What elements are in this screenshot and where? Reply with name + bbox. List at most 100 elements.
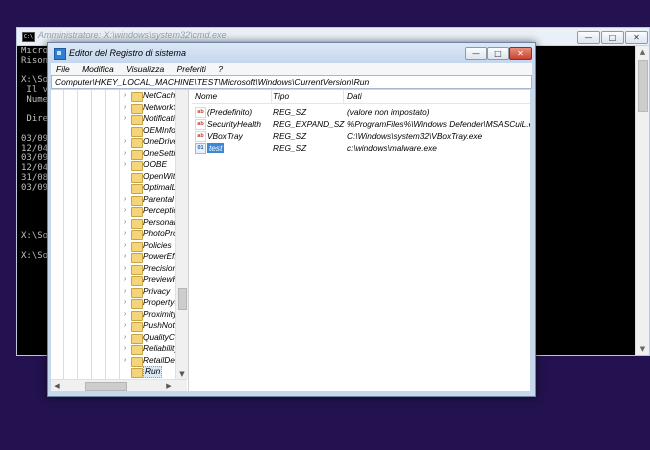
folder-icon bbox=[131, 276, 143, 286]
regedit-titlebar[interactable]: Editor del Registro di sistema — □ ✕ bbox=[48, 43, 535, 63]
folder-icon bbox=[131, 172, 143, 183]
cmd-vertical-scrollbar[interactable]: ▲ ▼ bbox=[635, 46, 649, 355]
tree-item-label: Proximity bbox=[143, 308, 178, 319]
expand-arrow-icon[interactable]: › bbox=[121, 251, 129, 263]
string-value-icon: ab bbox=[195, 119, 206, 130]
folder-icon bbox=[131, 241, 143, 252]
menu-bar: File Modifica Visualizza Preferiti ? bbox=[51, 63, 532, 75]
expand-arrow-icon[interactable]: › bbox=[121, 148, 129, 160]
tree-vscroll-thumb[interactable] bbox=[178, 288, 187, 310]
expand-arrow-icon[interactable]: › bbox=[121, 228, 129, 240]
folder-icon bbox=[131, 218, 143, 229]
tree-scroll-left-icon[interactable]: ◀ bbox=[51, 380, 63, 391]
expand-arrow-icon[interactable]: › bbox=[121, 355, 129, 367]
column-header-name[interactable]: Nome bbox=[192, 90, 272, 103]
tree-item-label: OOBE bbox=[143, 159, 167, 169]
expand-arrow-icon[interactable]: › bbox=[121, 309, 129, 321]
folder-icon bbox=[131, 184, 143, 194]
column-header-type[interactable]: Tipo bbox=[270, 90, 344, 103]
value-row[interactable]: 01 test REG_SZ c:\windows\malware.exe bbox=[192, 142, 530, 154]
value-row[interactable]: ab VBoxTray REG_SZ C:\Windows\system32\VBox… bbox=[192, 130, 530, 142]
expand-arrow-icon[interactable]: › bbox=[121, 263, 129, 275]
expand-arrow-icon[interactable]: › bbox=[121, 332, 129, 344]
menu-preferiti[interactable]: Preferiti bbox=[177, 63, 206, 75]
folder-icon bbox=[131, 149, 143, 160]
value-name: SecurityHealth bbox=[207, 119, 261, 129]
expand-arrow-icon[interactable]: › bbox=[121, 102, 129, 114]
tree-vertical-scrollbar[interactable]: ▼ bbox=[175, 90, 188, 379]
folder-icon bbox=[131, 264, 143, 275]
expand-arrow-icon[interactable]: › bbox=[121, 274, 129, 286]
tree-item-label: Policies bbox=[143, 239, 172, 250]
value-row[interactable]: ab (Predefinito) REG_SZ (valore non imposta… bbox=[192, 106, 530, 118]
folder-icon bbox=[131, 345, 143, 355]
expand-arrow-icon[interactable]: › bbox=[121, 217, 129, 229]
value-data: c:\windows\malware.exe bbox=[347, 143, 437, 153]
regedit-window-title: Editor del Registro di sistema bbox=[69, 48, 187, 58]
value-type: REG_SZ bbox=[273, 131, 307, 141]
cmd-minimize-button[interactable]: — bbox=[577, 31, 600, 44]
value-row[interactable]: ab SecurityHealth REG_EXPAND_SZ %ProgramFil… bbox=[192, 118, 530, 130]
folder-icon bbox=[131, 195, 143, 206]
registry-tree[interactable]: › NetCache › NetworkSer › Notification OEMInfo… bbox=[51, 90, 189, 391]
expand-arrow-icon[interactable]: › bbox=[121, 297, 129, 309]
folder-icon bbox=[131, 322, 143, 332]
string-value-icon: ab bbox=[195, 107, 206, 118]
folder-icon bbox=[131, 161, 143, 171]
menu-help[interactable]: ? bbox=[218, 63, 223, 75]
value-data: (valore non impostato) bbox=[347, 107, 430, 117]
expand-arrow-icon[interactable]: › bbox=[121, 240, 129, 252]
expand-arrow-icon[interactable]: › bbox=[121, 286, 129, 298]
cmd-maximize-button[interactable]: □ bbox=[601, 31, 624, 44]
scroll-up-arrow-icon[interactable]: ▲ bbox=[636, 46, 649, 58]
folder-icon bbox=[131, 356, 143, 367]
value-data: C:\Windows\system32\VBoxTray.exe bbox=[347, 131, 483, 141]
folder-icon bbox=[131, 333, 143, 344]
value-type: REG_SZ bbox=[273, 143, 307, 153]
folder-icon bbox=[131, 253, 143, 263]
tree-scroll-right-icon[interactable]: ▶ bbox=[163, 380, 175, 391]
value-type: REG_EXPAND_SZ bbox=[273, 119, 345, 129]
folder-icon bbox=[131, 287, 143, 298]
folder-icon bbox=[131, 230, 143, 240]
menu-modifica[interactable]: Modifica bbox=[82, 63, 114, 75]
expand-arrow-icon[interactable]: › bbox=[121, 90, 129, 102]
regedit-maximize-button[interactable]: □ bbox=[487, 47, 509, 60]
value-name: (Predefinito) bbox=[207, 107, 253, 117]
tree-hscroll-thumb[interactable] bbox=[85, 382, 127, 391]
expand-arrow-icon[interactable]: › bbox=[121, 194, 129, 206]
menu-visualizza[interactable]: Visualizza bbox=[126, 63, 164, 75]
expand-arrow-icon[interactable]: › bbox=[121, 343, 129, 355]
expand-arrow-icon[interactable]: › bbox=[121, 113, 129, 125]
column-header-data[interactable]: Dati bbox=[344, 90, 527, 103]
folder-icon bbox=[131, 299, 143, 309]
cmd-window-title: Amministratore: X:\windows\system32\cmd.… bbox=[38, 30, 227, 40]
value-type: REG_SZ bbox=[273, 107, 307, 117]
menu-file[interactable]: File bbox=[56, 63, 70, 75]
regedit-close-button[interactable]: ✕ bbox=[509, 47, 532, 60]
folder-icon bbox=[131, 92, 143, 102]
expand-arrow-icon[interactable]: › bbox=[121, 320, 129, 332]
expand-arrow-icon[interactable]: › bbox=[121, 159, 129, 171]
value-data: %ProgramFiles%\Windows Defender\MSASCuiL… bbox=[347, 119, 530, 129]
regedit-client-area: › NetCache › NetworkSer › Notification OEMInfo… bbox=[51, 90, 530, 391]
tree-guide-lines bbox=[51, 90, 121, 391]
tree-scroll-down-icon[interactable]: ▼ bbox=[176, 369, 188, 379]
regedit-minimize-button[interactable]: — bbox=[465, 47, 487, 60]
scroll-down-arrow-icon[interactable]: ▼ bbox=[636, 343, 649, 355]
expand-arrow-icon[interactable]: › bbox=[121, 136, 129, 148]
regedit-app-icon bbox=[54, 48, 66, 60]
tree-horizontal-scrollbar[interactable]: ◀ ▶ bbox=[51, 379, 187, 391]
folder-icon bbox=[131, 103, 143, 114]
registry-editor-window[interactable]: Editor del Registro di sistema — □ ✕ Fil… bbox=[47, 42, 536, 397]
expand-arrow-icon[interactable]: › bbox=[121, 205, 129, 217]
values-list[interactable]: Nome Tipo Dati ab (Predefinito) REG_SZ (val… bbox=[192, 90, 530, 391]
binary-value-icon: 01 bbox=[195, 143, 206, 154]
folder-icon bbox=[131, 310, 143, 321]
value-name: test bbox=[207, 143, 225, 153]
string-value-icon: ab bbox=[195, 131, 206, 142]
cmd-scrollbar-thumb[interactable] bbox=[638, 60, 648, 112]
cmd-close-button[interactable]: ✕ bbox=[625, 31, 648, 44]
value-name: VBoxTray bbox=[207, 131, 243, 141]
address-bar[interactable]: Computer\HKEY_LOCAL_MACHINE\TEST\Microso… bbox=[51, 75, 532, 89]
